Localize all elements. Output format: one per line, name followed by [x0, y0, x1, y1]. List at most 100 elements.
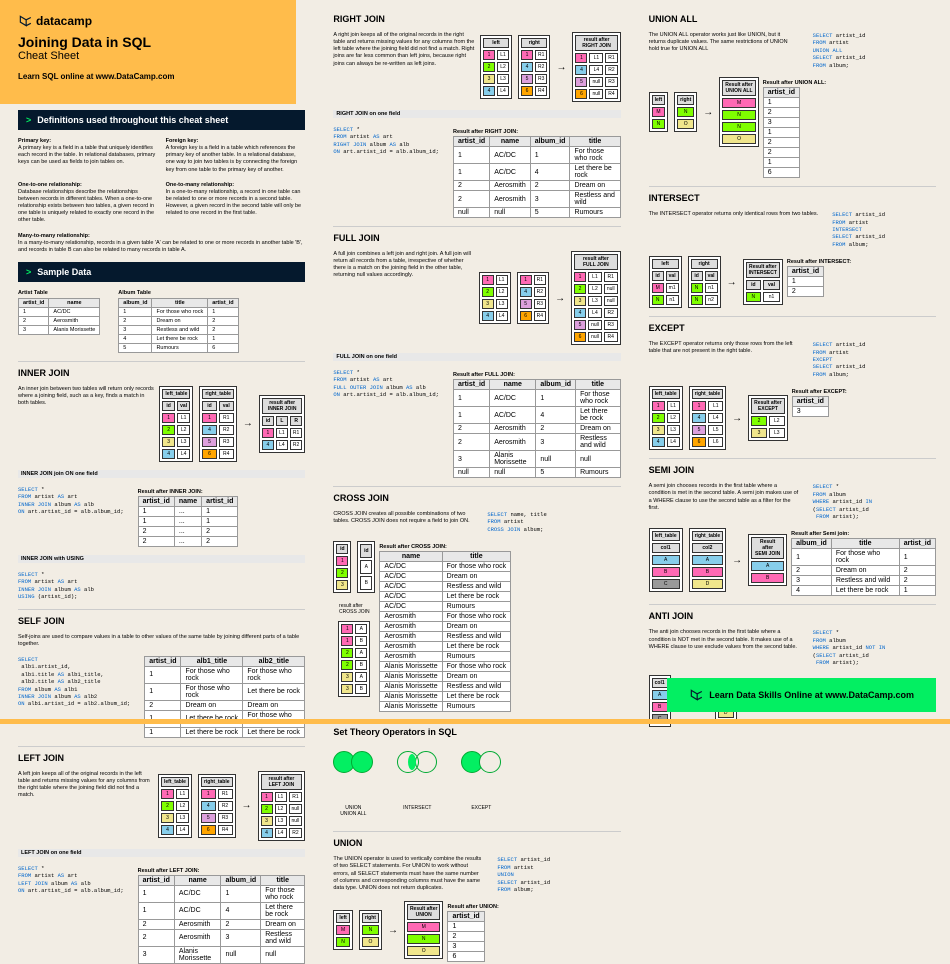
doc-title: Joining Data in SQL [18, 34, 278, 50]
column-2: RIGHT JOIN A right join keeps all of the… [319, 0, 634, 724]
inner-result-table: artist_idnameartist_id1...11...12...22..… [138, 496, 239, 547]
logo: datacamp [18, 14, 278, 28]
def-many-to-many: Many-to-many relationship:In a many-to-m… [18, 233, 305, 254]
intersect-title: INTERSECT [649, 186, 936, 203]
union-diagram: leftMN rightNO → Result afterUNIONMNO [333, 901, 443, 959]
inner-join-title: INNER JOIN [18, 361, 305, 378]
except-code: SELECT artist_id FROM artist EXCEPT SELE… [813, 341, 866, 378]
brand-text: datacamp [36, 14, 92, 28]
unionall-desc: The UNION ALL operator works just like U… [649, 32, 799, 53]
def-one-to-many: One-to-many relationship:In a one-to-man… [166, 182, 306, 225]
footer-cta[interactable]: Learn Data Skills Online at www.DataCamp… [667, 678, 936, 712]
venn-diagrams: UNIONUNION ALL INTERSECT EXCEPT [333, 751, 620, 817]
union-title: UNION [333, 831, 620, 848]
full-join-diagram: 1L12L23L34L4 1R14R25R36R4 → result after… [479, 251, 621, 345]
union-result-label: Result after UNION: [447, 904, 498, 910]
inner-code-2: SELECT * FROM artist AS art INNER JOIN a… [18, 571, 305, 601]
cross-join-desc: CROSS JOIN creates all possible combinat… [333, 511, 473, 525]
semi-desc: A semi join chooses records in the first… [649, 483, 799, 512]
cross-join-title: CROSS JOIN [333, 486, 620, 503]
anti-code: SELECT * FROM album WHERE artist_id NOT … [813, 629, 886, 666]
doc-subtitle: Cheat Sheet [18, 50, 278, 62]
unionall-diagram: leftMN rightNO → Result afterUNION ALLMN… [649, 77, 759, 147]
full-result-table: artist_idnamealbum_idtitle1AC/DC1For tho… [453, 379, 621, 478]
footer-bar [0, 719, 950, 724]
except-result-table: artist_id3 [792, 396, 829, 417]
arrow-icon: → [555, 293, 565, 304]
right-join-diagram: left1L12L23L34L4 right1R14R25R36R4 → res… [480, 32, 621, 102]
anti-join-title: ANTI JOIN [649, 604, 936, 621]
right-join-title: RIGHT JOIN [333, 8, 620, 24]
intersect-desc: The INTERSECT operator returns only iden… [649, 211, 819, 218]
full-result-label: Result after FULL JOIN: [453, 372, 621, 378]
intersect-diagram: leftidvalMm1Nn1 rightidvalNn1Nn2 → Resul… [649, 256, 783, 308]
inner-join-desc: An inner join between two tables will re… [18, 386, 155, 407]
intersect-result-table: artist_id12 [787, 266, 824, 297]
def-one-to-one: One-to-one relationship:Database relatio… [18, 182, 158, 225]
unionall-title: UNION ALL [649, 8, 936, 24]
definitions-title: Definitions used throughout this cheat s… [37, 115, 228, 125]
column-3: UNION ALL The UNION ALL operator works j… [635, 0, 950, 724]
unionall-result-label: Result after UNION ALL: [763, 80, 826, 86]
right-result-table: artist_idnamealbum_idtitle1AC/DC1For tho… [453, 136, 621, 218]
full-code: SELECT * FROM artist AS art FULL OUTER J… [333, 369, 439, 399]
except-result-label: Result after EXCEPT: [792, 389, 847, 395]
left-sub: LEFT JOIN on one field [18, 849, 305, 857]
def-pk: Primary key:A primary key is a field in … [18, 138, 158, 174]
def-fk: Foreign key:A foreign key is a field in … [166, 138, 306, 174]
album-table: album_idtitleartist_id1For those who roc… [118, 298, 238, 353]
right-code: SELECT * FROM artist AS art RIGHT JOIN a… [333, 126, 439, 156]
cross-code: SELECT name, title FROM artist CROSS JOI… [487, 511, 546, 533]
union-desc: The UNION operator is used to vertically… [333, 856, 483, 892]
inner-code-1: SELECT * FROM artist AS art INNER JOIN a… [18, 486, 124, 516]
left-result-table: artist_idnamealbum_idtitle1AC/DC1For tho… [138, 875, 306, 964]
full-join-desc: A full join combines a left join and rig… [333, 251, 474, 280]
anti-desc: The anti join chooses records in the fir… [649, 629, 799, 650]
inner-join-diagram: left_tableidval1L12L23L34L4 right_tablei… [159, 386, 305, 462]
full-join-title: FULL JOIN [333, 226, 620, 243]
datacamp-logo-icon [18, 14, 32, 28]
sample-data-title: Sample Data [37, 267, 91, 277]
column-1: > Definitions used throughout this cheat … [0, 0, 319, 724]
semi-join-title: SEMI JOIN [649, 458, 936, 475]
cross-result-label: Result after CROSS JOIN: [379, 544, 511, 550]
definitions-grid: Primary key:A primary key is a field in … [18, 138, 305, 254]
page: > Definitions used throughout this cheat … [0, 0, 950, 724]
artist-table-label: Artist Table [18, 290, 48, 296]
self-code: SELECT alb1.artist_id, alb1.title AS alb… [18, 656, 130, 708]
self-join-desc: Self-joins are used to compare values in… [18, 634, 305, 648]
cross-join-diagram: id123idAB result afterCROSS JOIN 1A1B2A2… [333, 541, 375, 697]
semi-result-label: Result after Semi join: [791, 531, 936, 537]
inner-result-label: Result after INNER JOIN: [138, 489, 239, 495]
left-join-diagram: left_table1L12L23L34L4 right_table1R14R2… [158, 771, 305, 841]
definitions-header: >Definitions used throughout this cheat … [18, 110, 305, 130]
arrow-icon: → [556, 62, 566, 73]
left-join-desc: A left join keeps all of the original re… [18, 771, 154, 800]
cross-result-table: nametitleAC/DCFor those who rockAC/DCDre… [379, 551, 511, 712]
inner-sub1: INNER JOIN join ON one field [18, 470, 305, 478]
sample-data-header: > Sample Data [18, 262, 305, 282]
arrow-icon: → [243, 418, 253, 429]
intersect-result-label: Result after INTERSECT: [787, 259, 851, 265]
union-code: SELECT artist_id FROM artist UNION SELEC… [497, 856, 550, 893]
header-panel: datacamp Joining Data in SQL Cheat Sheet… [0, 0, 296, 104]
unionall-result-table: artist_id12312216 [763, 87, 800, 178]
chevron-icon: > [26, 267, 31, 277]
intersect-code: SELECT artist_id FROM artist INTERSECT S… [832, 211, 885, 248]
album-table-label: Album Table [118, 290, 151, 296]
except-title: EXCEPT [649, 316, 936, 333]
semi-code: SELECT * FROM album WHERE artist_id IN (… [813, 483, 872, 520]
left-result-label: Result after LEFT JOIN: [138, 868, 306, 874]
right-result-label: Result after RIGHT JOIN: [453, 129, 621, 135]
artist-table: artist_idname1AC/DC2Aerosmith3Alanis Mor… [18, 298, 100, 335]
right-join-desc: A right join keeps all of the original r… [333, 32, 476, 68]
unionall-code: SELECT artist_id FROM artist UNION ALL S… [813, 32, 866, 69]
datacamp-logo-icon [689, 688, 703, 702]
union-result-table: artist_id1236 [447, 911, 484, 962]
semi-result-table: album_idtitleartist_id1For those who roc… [791, 538, 936, 596]
learn-link[interactable]: Learn SQL online at www.DataCamp.com [18, 72, 278, 81]
cta-text: Learn Data Skills Online at www.DataCamp… [709, 690, 914, 700]
arrow-icon: → [242, 800, 252, 811]
inner-sub2: INNER JOIN with USING [18, 555, 305, 563]
left-join-title: LEFT JOIN [18, 746, 305, 763]
